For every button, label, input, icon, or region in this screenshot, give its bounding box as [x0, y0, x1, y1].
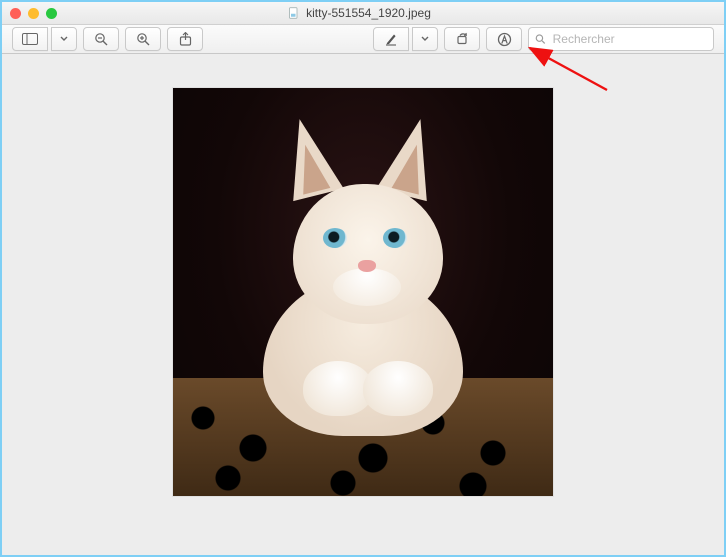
close-window-button[interactable]	[10, 8, 21, 19]
search-input[interactable]	[551, 31, 707, 47]
window-title-text: kitty-551554_1920.jpeg	[306, 6, 431, 20]
chevron-down-icon	[421, 36, 429, 42]
titlebar: kitty-551554_1920.jpeg	[2, 2, 724, 25]
chevron-down-icon	[60, 36, 68, 42]
search-icon	[535, 33, 546, 45]
window-title: kitty-551554_1920.jpeg	[57, 6, 662, 20]
zoom-out-icon	[94, 32, 108, 46]
toolbar	[2, 25, 724, 54]
fullscreen-window-button[interactable]	[46, 8, 57, 19]
kitten-eye-right	[383, 228, 407, 248]
app-window: kitty-551554_1920.jpeg	[0, 0, 726, 557]
share-button[interactable]	[167, 27, 203, 51]
kitten-paw-right	[363, 361, 433, 416]
markup-group	[373, 27, 438, 51]
edit-circle-icon	[497, 32, 512, 47]
markup-pen-icon	[384, 32, 398, 46]
file-icon	[288, 7, 300, 19]
content-area	[4, 54, 722, 553]
share-icon	[179, 32, 192, 46]
search-field[interactable]	[528, 27, 714, 51]
markup-button[interactable]	[373, 27, 409, 51]
sidebar-group	[12, 27, 77, 51]
minimize-window-button[interactable]	[28, 8, 39, 19]
zoom-in-button[interactable]	[125, 27, 161, 51]
edit-button[interactable]	[486, 27, 522, 51]
zoom-out-button[interactable]	[83, 27, 119, 51]
sidebar-icon	[22, 33, 38, 45]
zoom-in-icon	[136, 32, 150, 46]
sidebar-menu-button[interactable]	[51, 27, 77, 51]
sidebar-button[interactable]	[12, 27, 48, 51]
markup-menu-button[interactable]	[412, 27, 438, 51]
window-controls	[10, 8, 57, 19]
kitten-nose	[358, 260, 376, 272]
kitten-muzzle	[333, 268, 401, 306]
image-viewport[interactable]	[173, 88, 553, 496]
kitten-eye-left	[323, 228, 347, 248]
rotate-button[interactable]	[444, 27, 480, 51]
rotate-icon	[455, 32, 469, 46]
